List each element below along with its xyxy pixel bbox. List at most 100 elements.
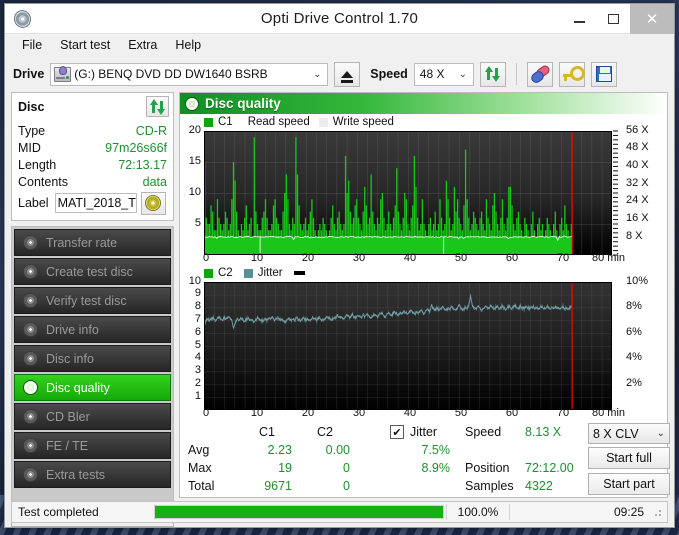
- speed-result-value: 8.13 X: [525, 425, 561, 439]
- panel-title: Disc quality: [205, 96, 281, 111]
- c1-legend: C1 Read speed Write speed: [182, 116, 665, 129]
- axis-tick-label: 8%: [626, 300, 672, 312]
- refresh-button[interactable]: [480, 62, 506, 87]
- sidebar-item-fe-te[interactable]: FE / TE: [14, 432, 171, 459]
- eject-button[interactable]: [334, 62, 360, 87]
- position-label: Position: [465, 461, 509, 475]
- disc-header-label: Disc: [18, 100, 44, 114]
- toolbar-divider: [516, 63, 517, 85]
- axis-tick-label: 4: [181, 351, 201, 363]
- c1-chart-canvas: [204, 129, 634, 257]
- c2-legend: C2 Jitter: [182, 267, 665, 280]
- legend-label-c1: C1: [218, 116, 233, 128]
- speed-select[interactable]: 48 X ⌄: [414, 63, 474, 86]
- jitter-checkbox[interactable]: ✔: [390, 425, 404, 439]
- disc-row-value: 72:13.17: [118, 158, 167, 172]
- window-title: Opti Drive Control 1.70: [5, 10, 674, 27]
- stats-c2-max: 0: [300, 461, 350, 475]
- start-full-button[interactable]: Start full: [588, 447, 670, 469]
- status-divider: [509, 504, 510, 520]
- sidebar-item-disc-info[interactable]: Disc info: [14, 345, 171, 372]
- check-icon: ✔: [392, 426, 401, 439]
- application-window: Opti Drive Control 1.70 ✕ File Start tes…: [4, 3, 675, 528]
- menu-item-extra[interactable]: Extra: [119, 36, 166, 54]
- axis-tick-label: 70: [541, 252, 585, 264]
- sidebar-item-label: Disc quality: [46, 381, 110, 395]
- c2-jitter-chart: 1 2 3 4 5 6 7 8 9 10 2% 4% 6% 8% 10%: [182, 280, 665, 407]
- legend-label-c2: C2: [218, 267, 233, 279]
- sidebar-item-drive-info[interactable]: Drive info: [14, 316, 171, 343]
- elapsed-time: 09:25: [580, 505, 650, 519]
- menu-item-file[interactable]: File: [13, 36, 51, 54]
- axis-tick-label: 0: [184, 407, 228, 419]
- axis-tick-label: 8 X: [626, 230, 672, 242]
- erase-button[interactable]: [527, 62, 553, 87]
- disc-quality-icon: [185, 97, 199, 111]
- drive-select[interactable]: (G:) BENQ DVD DD DW1640 BSRB ⌄: [50, 63, 328, 86]
- sidebar-item-create-test-disc[interactable]: Create test disc: [14, 258, 171, 285]
- sidebar-item-extra-tests[interactable]: Extra tests: [14, 461, 171, 488]
- disc-label-button[interactable]: [141, 192, 166, 215]
- status-divider: [446, 504, 447, 520]
- disc-label-key: Label: [18, 196, 49, 210]
- position-value: 72:12.00: [525, 461, 574, 475]
- axis-tick-label: 10%: [626, 275, 672, 287]
- disc-icon: [23, 235, 38, 250]
- disc-icon: [23, 380, 38, 395]
- stats-jitter-max: 8.9%: [382, 461, 450, 475]
- disc-row-key: MID: [18, 141, 41, 155]
- sidebar-item-cd-bler[interactable]: CD Bler: [14, 403, 171, 430]
- stats-header-c1: C1: [242, 425, 292, 439]
- legend-swatch-c1: [204, 118, 213, 127]
- menu-item-help[interactable]: Help: [166, 36, 210, 54]
- axis-tick-label: 50: [439, 252, 483, 264]
- menu-item-start-test[interactable]: Start test: [51, 36, 119, 54]
- stats-c2-avg: 0.00: [300, 443, 350, 457]
- axis-tick-label: 0: [184, 252, 228, 264]
- chevron-down-icon: ⌄: [455, 69, 471, 80]
- status-bar: Test completed 100.0% 09:25: [11, 501, 668, 523]
- sidebar-item-verify-test-disc[interactable]: Verify test disc: [14, 287, 171, 314]
- sidebar-item-label: Extra tests: [46, 468, 105, 482]
- sidebar-item-disc-quality[interactable]: Disc quality: [14, 374, 171, 401]
- axis-tick-label: 56 X: [626, 124, 672, 136]
- left-panel: Disc Type CD-R MID 97m26s66f Length 72:1…: [11, 92, 174, 498]
- axis-tick-label: 80 min: [592, 252, 636, 264]
- axis-tick-label: 40 X: [626, 159, 672, 171]
- disc-icon: [23, 351, 38, 366]
- axis-tick-label: 20: [286, 252, 330, 264]
- disc-refresh-button[interactable]: [146, 96, 169, 117]
- sidebar-item-label: FE / TE: [46, 439, 88, 453]
- sidebar-item-label: Create test disc: [46, 265, 133, 279]
- disc-quality-header: Disc quality: [180, 93, 667, 114]
- stats-c1-avg: 2.23: [242, 443, 292, 457]
- axis-tick-label: 40: [388, 252, 432, 264]
- sidebar-item-label: Verify test disc: [46, 294, 127, 308]
- sidebar-item-transfer-rate[interactable]: Transfer rate: [14, 229, 171, 256]
- stats-c1-max: 19: [242, 461, 292, 475]
- drive-toolbar: Drive (G:) BENQ DVD DD DW1640 BSRB ⌄ Spe…: [5, 56, 674, 92]
- axis-tick-label: 30: [337, 407, 381, 419]
- progress-percent: 100.0%: [449, 505, 507, 519]
- stats-jitter-avg: 7.5%: [382, 443, 450, 457]
- axis-tick-label: 70: [541, 407, 585, 419]
- sidebar-item-label: CD Bler: [46, 410, 90, 424]
- settings-key-button[interactable]: [559, 62, 585, 87]
- axis-tick-label: 8: [181, 300, 201, 312]
- save-icon: [596, 66, 612, 82]
- start-part-button[interactable]: Start part: [588, 473, 670, 495]
- write-speed-select[interactable]: 8 X CLV ⌄: [588, 423, 670, 444]
- disc-row-mid: MID 97m26s66f: [18, 139, 167, 156]
- axis-tick-label: 16 X: [626, 212, 672, 224]
- axis-tick-label: 48 X: [626, 141, 672, 153]
- save-button[interactable]: [591, 62, 617, 87]
- disc-row-key: Type: [18, 124, 45, 138]
- drive-select-value: (G:) BENQ DVD DD DW1640 BSRB: [74, 67, 267, 81]
- eject-icon: [341, 71, 353, 78]
- status-text: Test completed: [12, 505, 154, 519]
- refresh-icon: [484, 66, 501, 82]
- resize-grip-icon[interactable]: [650, 505, 664, 519]
- disc-label-input[interactable]: MATI_2018_TEI: [55, 193, 137, 213]
- stats-row-label-max: Max: [188, 461, 212, 475]
- legend-swatch-jitter: [244, 269, 253, 278]
